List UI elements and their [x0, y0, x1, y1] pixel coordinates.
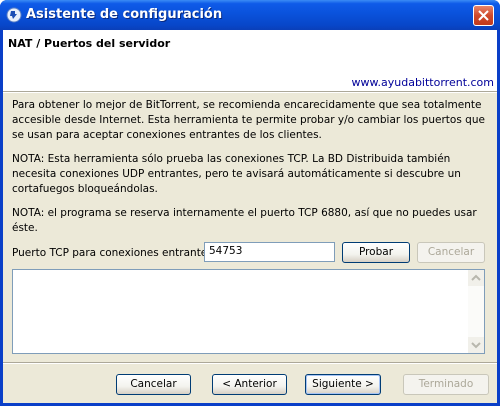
- close-icon: [478, 10, 489, 21]
- chevron-up-icon: [471, 274, 481, 281]
- dialog-client-area: NAT / Puertos del servidor www.ayudabitt…: [3, 30, 497, 403]
- back-button[interactable]: < Anterior: [212, 374, 287, 395]
- close-button[interactable]: [473, 5, 494, 26]
- test-port-button[interactable]: Probar: [342, 242, 410, 263]
- udp-note-paragraph: NOTA: Esta herramienta sólo prueba las c…: [12, 153, 461, 195]
- intro-paragraph: Para obtener lo mejor de BitTorrent, se …: [12, 99, 485, 141]
- cancel-button[interactable]: Cancelar: [116, 374, 191, 395]
- page-title: NAT / Puertos del servidor: [8, 37, 171, 50]
- bittorrent-app-icon: [6, 7, 22, 23]
- title-bar[interactable]: Asistente de configuración: [0, 0, 500, 30]
- chevron-down-icon: [471, 342, 481, 349]
- tcp-port-input[interactable]: 54753: [204, 242, 335, 262]
- website-link[interactable]: www.ayudabittorrent.com: [352, 76, 494, 89]
- setup-wizard-window: Asistente de configuración NAT / Puertos…: [0, 0, 500, 406]
- scroll-up-button[interactable]: [468, 270, 484, 286]
- reserved-port-note: NOTA: el programa se reserva internament…: [12, 207, 477, 234]
- port-field-label: Puerto TCP para conexiones entrantes: [12, 247, 213, 259]
- finish-button[interactable]: Terminado: [403, 374, 489, 395]
- output-scrollbar[interactable]: [468, 270, 484, 353]
- window-title: Asistente de configuración: [26, 7, 223, 22]
- header-divider: [3, 92, 497, 93]
- cancel-test-button[interactable]: Cancelar: [417, 242, 485, 263]
- footer-divider: [3, 362, 497, 364]
- wizard-header: NAT / Puertos del servidor www.ayudabitt…: [3, 30, 497, 92]
- next-button[interactable]: Siguiente >: [305, 374, 381, 395]
- test-output-box[interactable]: [12, 269, 485, 354]
- scroll-down-button[interactable]: [468, 337, 484, 353]
